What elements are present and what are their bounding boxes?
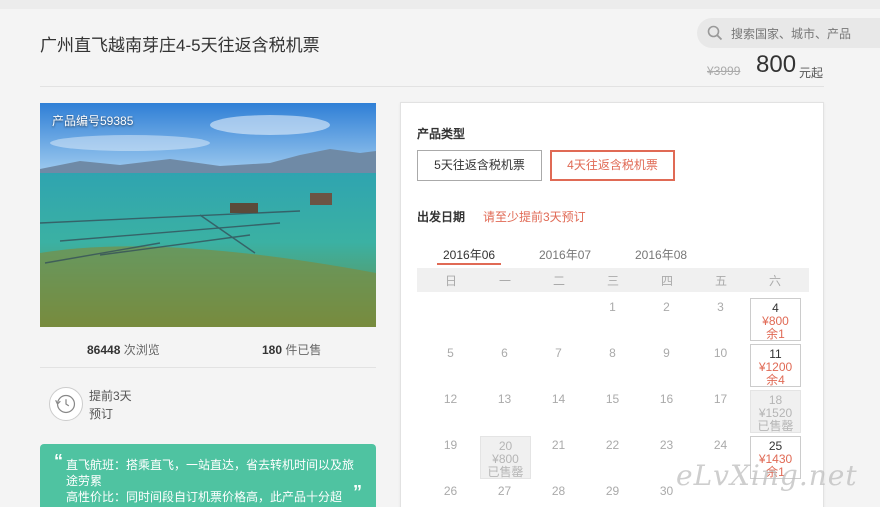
- calendar-day: 7: [555, 346, 562, 360]
- calendar-day-available[interactable]: 4 ¥800 余1: [750, 298, 801, 341]
- feature-box: “ 直飞航班：搭乘直飞，一站直达，省去转机时间以及旅途劳累 高性价比：同时间段自…: [40, 444, 376, 507]
- feature-1: 直飞航班：搭乘直飞，一站直达，省去转机时间以及旅途劳累: [66, 458, 355, 488]
- calendar-day: 23: [659, 438, 674, 452]
- month-tab-jun[interactable]: 2016年06: [443, 246, 495, 263]
- search-input[interactable]: 搜索国家、城市、产品: [731, 25, 851, 42]
- product-type-label: 产品类型: [417, 127, 466, 141]
- weekday-tue: 二: [552, 274, 565, 288]
- option-4day[interactable]: 4天往返含税机票: [550, 150, 675, 181]
- day-stock: 余1: [766, 327, 785, 341]
- calendar-day: 2: [663, 300, 670, 314]
- search-box[interactable]: 搜索国家、城市、产品: [697, 18, 880, 48]
- calendar-day: 22: [605, 438, 620, 452]
- day-number: 25: [768, 439, 783, 453]
- advance-line1: 提前3天: [89, 389, 132, 403]
- clock-history-icon: [49, 387, 83, 421]
- calendar-day: 5: [447, 346, 454, 360]
- calendar-day: 9: [663, 346, 670, 360]
- calendar-day: 12: [443, 392, 458, 406]
- weekday-header: 日 一 二 三 四 五 六: [417, 268, 809, 292]
- option-5day[interactable]: 5天往返含税机票: [417, 150, 542, 181]
- weekday-thu: 四: [660, 274, 673, 288]
- calendar-day: 16: [659, 392, 674, 406]
- advance-text: 提前3天 预订: [89, 387, 132, 423]
- original-price: ¥3999: [707, 64, 741, 78]
- active-month-indicator: [437, 263, 501, 265]
- page: 广州直飞越南芽庄4-5天往返含税机票 搜索国家、城市、产品 ¥3999 800 …: [0, 9, 880, 507]
- price-unit: 元起: [799, 66, 824, 80]
- weekday-mon: 一: [498, 274, 511, 288]
- watermark: eLvXing.net: [676, 459, 858, 492]
- views-stat: 86448 次浏览: [87, 341, 160, 358]
- calendar-day: 15: [605, 392, 620, 406]
- day-number: 20: [498, 439, 513, 453]
- booking-panel: 产品类型 5天往返含税机票 4天往返含税机票 出发日期 请至少提前3天预订 20…: [400, 102, 824, 507]
- open-quote-icon: “: [54, 451, 63, 471]
- weekday-fri: 五: [714, 274, 727, 288]
- product-photo: 产品编号59385: [40, 103, 376, 327]
- feature-2: 高性价比：同时间段自订机票价格高，此产品十分超: [66, 490, 343, 504]
- day-number: 4: [772, 301, 779, 315]
- calendar-day: 8: [609, 346, 616, 360]
- calendar-day: 14: [551, 392, 566, 406]
- calendar-day: 10: [713, 346, 728, 360]
- calendar-day: 29: [605, 484, 620, 498]
- header-divider: [40, 86, 824, 87]
- calendar-day: 17: [713, 392, 728, 406]
- departure-date-label: 出发日期: [417, 210, 466, 224]
- sold-stat: 180 件已售: [262, 341, 321, 358]
- day-stock: 已售罄: [487, 465, 524, 479]
- calendar-day-soldout: 20 ¥800 已售罄: [480, 436, 531, 479]
- weekday-wed: 三: [606, 274, 619, 288]
- sold-count: 180: [262, 343, 283, 357]
- calendar-day: 26: [443, 484, 458, 498]
- calendar-day: 19: [443, 438, 458, 452]
- day-stock: 已售罄: [757, 419, 794, 433]
- close-quote-icon: ”: [353, 482, 362, 502]
- page-title: 广州直飞越南芽庄4-5天往返含税机票: [40, 36, 320, 55]
- calendar-day: 6: [501, 346, 508, 360]
- calendar-day: 3: [717, 300, 724, 314]
- stats-divider: [40, 367, 376, 368]
- calendar-day: 21: [551, 438, 566, 452]
- calendar-day-available[interactable]: 11 ¥1200 余4: [750, 344, 801, 387]
- advance-line2: 预订: [89, 407, 114, 421]
- calendar-day: 27: [497, 484, 512, 498]
- calendar-day: 1: [609, 300, 616, 314]
- calendar-day: 24: [713, 438, 728, 452]
- calendar-day-soldout: 18 ¥1520 已售罄: [750, 390, 801, 433]
- calendar-day: 28: [551, 484, 566, 498]
- search-icon: [707, 25, 723, 41]
- views-count: 86448: [87, 343, 121, 357]
- sold-label: 件已售: [285, 343, 322, 357]
- day-stock: 余4: [766, 373, 785, 387]
- current-price: 800: [756, 51, 797, 78]
- weekday-sun: 日: [444, 274, 457, 288]
- views-label: 次浏览: [123, 343, 160, 357]
- month-tab-aug[interactable]: 2016年08: [635, 246, 687, 263]
- day-number: 11: [769, 347, 782, 361]
- month-tab-jul[interactable]: 2016年07: [539, 246, 591, 263]
- day-number: 18: [768, 393, 783, 407]
- weekday-sat: 六: [768, 274, 781, 288]
- product-code: 产品编号59385: [52, 114, 134, 128]
- date-hint: 请至少提前3天预订: [483, 210, 586, 224]
- calendar-day: 13: [497, 392, 512, 406]
